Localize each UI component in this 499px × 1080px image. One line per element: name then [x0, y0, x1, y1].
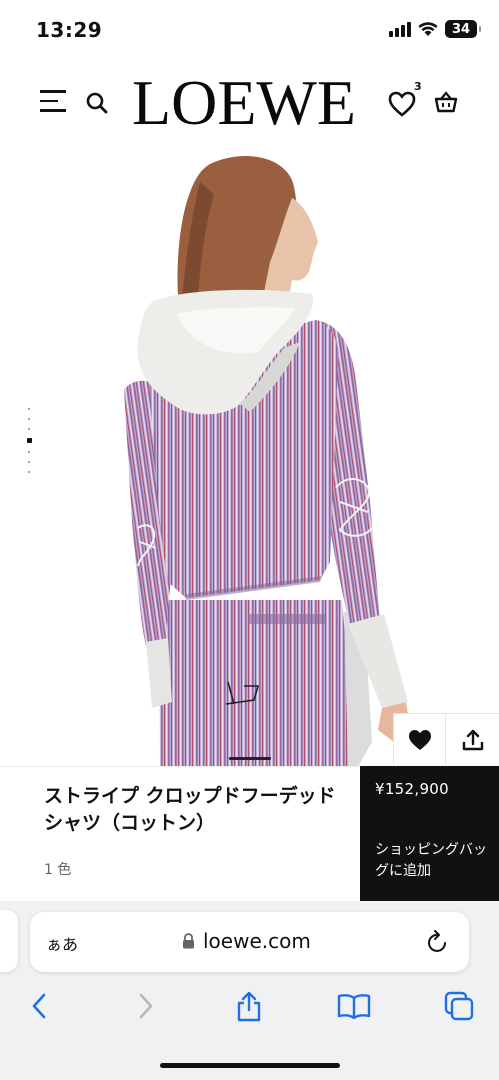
wifi-icon [418, 22, 438, 36]
url-display[interactable]: loewe.com [182, 929, 311, 953]
product-info: ストライプ クロップドフーデッドシャツ（コットン） 1 色 [0, 766, 360, 901]
back-button[interactable] [21, 989, 57, 1023]
battery-icon: 34 [445, 20, 481, 38]
product-image[interactable] [0, 142, 499, 767]
reload-icon[interactable] [426, 929, 450, 955]
browser-toolbar [0, 985, 499, 1027]
status-time: 13:29 [36, 18, 103, 42]
share-page-button[interactable] [231, 989, 267, 1023]
text-size-button[interactable]: ぁあ [46, 931, 78, 955]
tabs-button[interactable] [441, 989, 477, 1023]
page: 13:29 34 LOEWE 3 ストライプ クロップドフーデッドシャツ（コット… [0, 0, 499, 1080]
model-photo [124, 156, 410, 767]
shopping-bag-icon[interactable] [434, 90, 458, 114]
buy-box[interactable]: ¥152,900 ショッピングバッグに追加 [360, 766, 499, 901]
share-icon [462, 729, 483, 750]
share-button[interactable] [445, 713, 499, 765]
color-count[interactable]: 1 色 [44, 859, 71, 879]
chevron-right-icon [139, 993, 153, 1019]
heart-icon[interactable] [388, 90, 418, 118]
address-bar[interactable]: ぁあ loewe.com [30, 912, 469, 972]
url-text: loewe.com [203, 929, 311, 953]
status-indicators: 34 [389, 20, 481, 38]
wishlist-count: 3 [414, 80, 422, 93]
forward-button[interactable] [128, 989, 164, 1023]
bookmarks-button[interactable] [336, 989, 372, 1023]
site-header: LOEWE 3 [0, 62, 499, 142]
share-icon [237, 991, 261, 1022]
heart-filled-icon [408, 729, 431, 750]
search-icon[interactable] [86, 92, 108, 114]
home-indicator [160, 1063, 340, 1068]
chevron-left-icon [32, 993, 46, 1019]
slide-indicator [229, 757, 271, 760]
cellular-signal-icon [389, 21, 411, 37]
gallery-dots[interactable] [26, 408, 32, 481]
tabs-icon [444, 991, 474, 1021]
lock-icon [183, 933, 194, 949]
brand-logo[interactable]: LOEWE [132, 68, 356, 138]
menu-icon[interactable] [40, 90, 66, 112]
add-to-bag-button[interactable]: ショッピングバッグに追加 [375, 840, 495, 882]
book-icon [337, 994, 371, 1019]
product-title: ストライプ クロップドフーデッドシャツ（コットン） [44, 785, 336, 834]
favorite-button[interactable] [393, 713, 445, 765]
previous-tab-preview[interactable] [0, 910, 18, 972]
product-price: ¥152,900 [375, 780, 449, 798]
status-bar: 13:29 34 [0, 0, 499, 58]
